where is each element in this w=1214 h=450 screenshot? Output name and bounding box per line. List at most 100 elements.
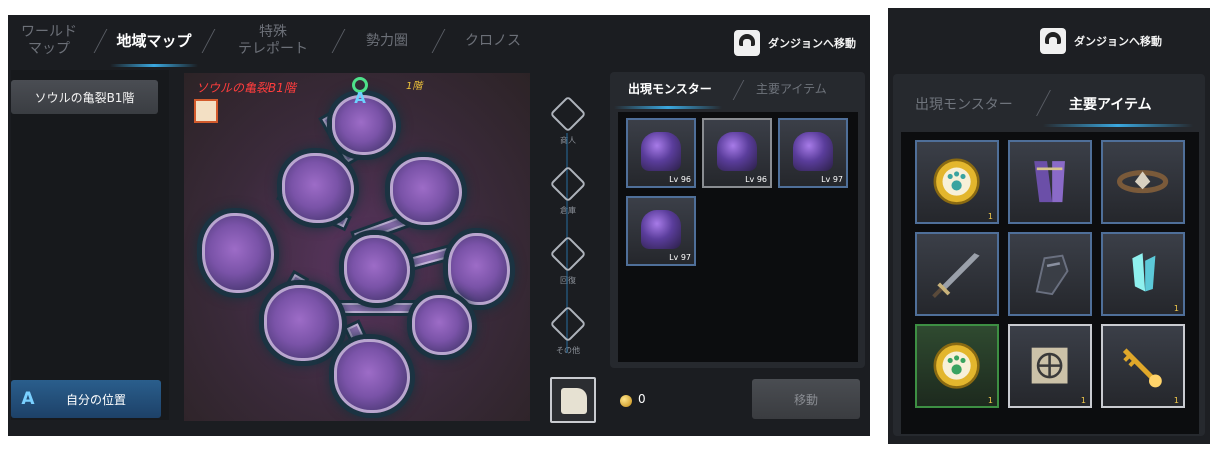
monster-panel: 出現モンスター 主要アイテム Lv 96 Lv 96 Lv 97 Lv 97 <box>610 72 865 368</box>
leg-armor-icon <box>1034 161 1066 203</box>
item-slot[interactable] <box>915 232 999 316</box>
monster-grid: Lv 96 Lv 96 Lv 97 Lv 97 <box>618 112 858 362</box>
storage-icon <box>549 165 587 203</box>
filter-label: 商人 <box>560 136 576 145</box>
item-window: ダンジョンへ移動 出現モンスター 主要アイテム 1 1 1 1 1 <box>888 8 1210 444</box>
tab-special-teleport[interactable]: 特殊 テレポート <box>218 15 328 67</box>
map-window: ワールド マップ 地域マップ 特殊 テレポート 勢力圏 クロノス ダンジョンへ移… <box>8 15 870 436</box>
scroll-emblem-icon <box>1032 348 1068 384</box>
item-slot[interactable] <box>1008 232 1092 316</box>
paw-coin-icon <box>933 158 981 206</box>
sword-icon <box>932 253 981 299</box>
merchant-icon <box>549 95 587 133</box>
golden-key-icon <box>1123 348 1163 388</box>
tab-separator <box>331 29 346 53</box>
move-to-dungeon-button[interactable]: ダンジョンへ移動 <box>1040 28 1162 54</box>
more-icon <box>549 305 587 343</box>
active-tab-indicator <box>1043 124 1193 127</box>
item-panel: 出現モンスター 主要アイテム 1 1 1 1 1 <box>893 74 1205 436</box>
map-room <box>344 235 410 303</box>
map-filter-column: 商人 倉庫 回復 その他 <box>540 93 596 373</box>
item-slot[interactable]: 1 <box>915 140 999 224</box>
crystal-shard-icon <box>1132 253 1156 292</box>
top-tab-bar: ワールド マップ 地域マップ 特殊 テレポート 勢力圏 クロノス <box>8 15 548 67</box>
player-arrow-icon: A <box>354 89 366 107</box>
item-slot[interactable]: 1 <box>915 324 999 408</box>
dungeon-gate-icon <box>1040 28 1066 54</box>
map-room <box>264 285 342 361</box>
monster-level: Lv 96 <box>669 175 691 184</box>
monster-slot[interactable]: Lv 96 <box>702 118 772 188</box>
filter-label: その他 <box>556 346 580 355</box>
dungeon-map[interactable]: ソウルの亀裂B1階 1階 A <box>184 73 530 421</box>
item-quantity: 1 <box>1173 396 1179 405</box>
tab-world-map[interactable]: ワールド マップ <box>8 15 90 67</box>
tab-region-map[interactable]: 地域マップ <box>104 15 204 67</box>
move-to-dungeon-label: ダンジョンへ移動 <box>1074 35 1162 48</box>
belt-icon <box>1117 170 1169 194</box>
move-to-dungeon-button[interactable]: ダンジョンへ移動 <box>734 30 856 56</box>
tab-monsters[interactable]: 出現モンスター <box>628 80 712 97</box>
gold-coin-icon <box>620 395 632 407</box>
monster-level: Lv 97 <box>821 175 843 184</box>
item-quantity: 1 <box>987 212 993 221</box>
my-position-button[interactable]: A 自分の位置 <box>11 380 161 418</box>
map-corridor <box>334 303 414 313</box>
player-arrow-icon: A <box>21 389 35 409</box>
item-grid: 1 1 1 1 1 <box>901 132 1199 434</box>
coin-amount: 0 <box>638 392 646 406</box>
monster-slot[interactable]: Lv 96 <box>626 118 696 188</box>
filter-label: 倉庫 <box>560 206 576 215</box>
map-room <box>282 153 354 223</box>
monster-slot[interactable]: Lv 97 <box>626 196 696 266</box>
tab-items[interactable]: 主要アイテム <box>1069 94 1152 114</box>
dungeon-floor-list: ソウルの亀裂B1階 A 自分の位置 <box>11 70 169 420</box>
item-slot[interactable]: 1 <box>1101 324 1185 408</box>
map-room <box>448 233 510 305</box>
dungeon-badge-icon <box>194 99 218 123</box>
monster-level: Lv 96 <box>745 175 767 184</box>
tab-separator <box>431 29 446 53</box>
tab-monsters[interactable]: 出現モンスター <box>915 94 1013 114</box>
monster-slot[interactable]: Lv 97 <box>778 118 848 188</box>
tab-separator <box>1036 90 1051 116</box>
tab-separator <box>732 80 745 100</box>
golem-monster-icon <box>793 131 833 172</box>
spider-monster-icon <box>641 131 681 172</box>
gauntlet-icon <box>1036 255 1069 296</box>
monster-level: Lv 97 <box>669 253 691 262</box>
map-floor-label: 1階 <box>406 81 423 92</box>
item-slot[interactable] <box>1008 140 1092 224</box>
move-button[interactable]: 移動 <box>752 379 860 419</box>
my-position-label: 自分の位置 <box>65 392 126 407</box>
filter-other[interactable]: その他 <box>540 303 596 373</box>
item-slot[interactable] <box>1101 140 1185 224</box>
recovery-icon <box>549 235 587 273</box>
dungeon-gate-icon <box>734 30 760 56</box>
item-quantity: 1 <box>987 396 993 405</box>
active-tab-indicator <box>614 106 722 109</box>
player-location-marker: A <box>350 77 370 107</box>
floor-item-b1[interactable]: ソウルの亀裂B1階 <box>11 80 158 114</box>
filter-recovery[interactable]: 回復 <box>540 233 596 303</box>
filter-merchant[interactable]: 商人 <box>540 93 596 163</box>
map-room <box>202 213 274 293</box>
teleport-scroll-icon[interactable] <box>550 377 596 423</box>
map-room <box>334 339 410 413</box>
mantis-monster-icon <box>717 131 757 172</box>
filter-label: 回復 <box>560 276 576 285</box>
tab-items[interactable]: 主要アイテム <box>756 80 827 97</box>
beast-monster-icon <box>641 209 681 250</box>
tab-territory[interactable]: 勢力圏 <box>346 15 428 67</box>
item-quantity: 1 <box>1173 304 1179 313</box>
item-slot[interactable]: 1 <box>1008 324 1092 408</box>
map-title: ソウルの亀裂B1階 <box>196 81 296 95</box>
item-quantity: 1 <box>1080 396 1086 405</box>
tab-kronos[interactable]: クロノス <box>446 15 540 67</box>
paw-coin-icon <box>933 342 981 390</box>
move-to-dungeon-label: ダンジョンへ移動 <box>768 37 856 50</box>
map-room <box>390 157 462 225</box>
item-slot[interactable]: 1 <box>1101 232 1185 316</box>
map-room <box>412 295 472 355</box>
filter-storage[interactable]: 倉庫 <box>540 163 596 233</box>
